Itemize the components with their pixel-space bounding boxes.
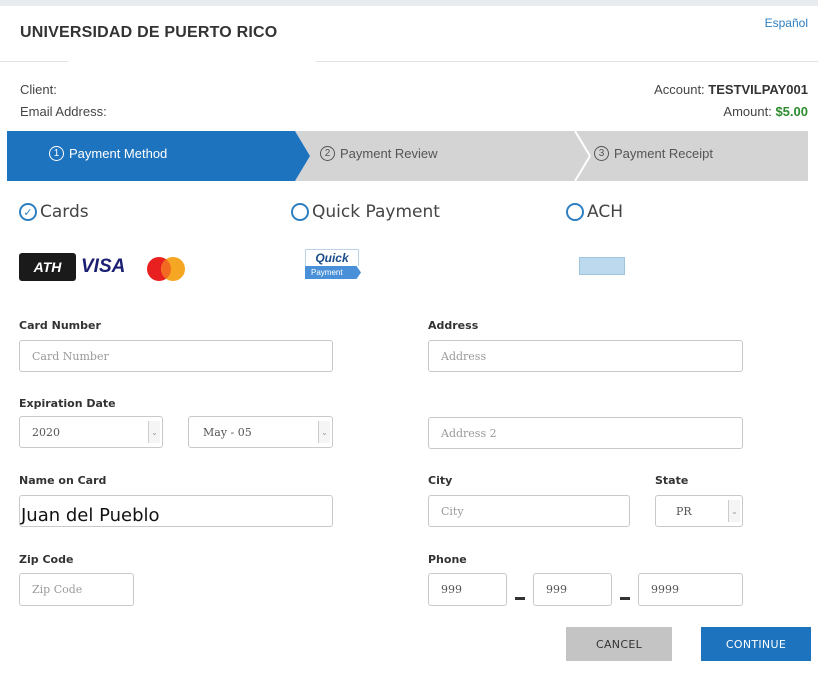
step-payment-method: 1 Payment Method [49,146,167,161]
cancel-button[interactable]: CANCEL [566,627,672,661]
card-number-label: Card Number [19,319,101,332]
chevron-down-icon: ⌄ [728,500,740,522]
language-link[interactable]: Español [765,16,808,30]
expiration-month-select[interactable]: May - 05 ⌄ [188,416,333,448]
expiration-year-value: 2020 [32,425,60,439]
client-label: Client: [20,82,57,97]
payment-option-cards[interactable]: ✓ Cards [19,202,89,222]
step-payment-receipt: 3 Payment Receipt [594,146,713,161]
account-label: Account: [654,82,709,97]
payment-option-label: Cards [40,202,89,222]
phone-line-input[interactable]: 9999 [638,573,743,606]
step-number: 1 [49,146,64,161]
step-payment-review: 2 Payment Review [320,146,438,161]
progress-steps: 1 Payment Method 2 Payment Review 3 Paym… [7,131,808,181]
city-label: City [428,474,453,487]
header-divider [316,61,818,62]
state-label: State [655,474,689,487]
address-label: Address [428,319,479,332]
step-number: 2 [320,146,335,161]
phone-dash [620,597,630,600]
expiration-month-value: May - 05 [203,425,252,439]
step-label: Payment Review [340,146,438,161]
phone-label: Phone [428,553,467,566]
amount-info: Amount: $5.00 [723,104,808,119]
name-on-card-value: Juan del Pueblo [21,505,160,526]
phone-prefix-input[interactable]: 999 [533,573,612,606]
quick-logo-top: Quick [305,249,359,266]
phone-dash [515,597,525,600]
amount-value: $5.00 [775,104,808,119]
page-title: UNIVERSIDAD DE PUERTO RICO [20,24,278,41]
phone-area-input[interactable]: 999 [428,573,507,606]
radio-unchecked-icon[interactable] [291,203,309,221]
ath-logo: ATH [19,253,76,281]
city-input[interactable]: City [428,495,630,527]
state-value: PR [676,504,692,518]
state-select[interactable]: PR ⌄ [655,495,743,527]
header-divider [0,61,68,62]
account-value: TESTVILPAY001 [708,82,808,97]
card-number-input[interactable]: Card Number [19,340,333,372]
step-label: Payment Method [69,146,168,161]
step-number: 3 [594,146,609,161]
continue-button[interactable]: CONTINUE [701,627,811,661]
name-on-card-label: Name on Card [19,474,107,487]
radio-unchecked-icon[interactable] [566,203,584,221]
payment-option-quick[interactable]: Quick Payment [291,202,440,222]
quick-logo-bottom: Payment [305,266,361,279]
radio-checked-icon[interactable]: ✓ [19,203,37,221]
quick-payment-logo: Quick Payment [305,249,361,281]
payment-option-ach[interactable]: ACH [566,202,623,222]
expiration-year-select[interactable]: 2020 ⌄ [19,416,163,448]
visa-logo: VISA [81,256,126,277]
chevron-down-icon: ⌄ [318,421,330,443]
address2-input[interactable]: Address 2 [428,417,743,449]
ach-check-icon [579,257,625,275]
payment-option-label: Quick Payment [312,202,440,222]
address-input[interactable]: Address [428,340,743,372]
expiration-date-label: Expiration Date [19,397,116,410]
top-strip [0,0,818,6]
step-label: Payment Receipt [614,146,713,161]
zip-code-input[interactable]: Zip Code [19,573,134,606]
amount-label: Amount: [723,104,776,119]
payment-option-label: ACH [587,202,623,222]
zip-code-label: Zip Code [19,553,74,566]
mastercard-logo [147,257,185,281]
account-info: Account: TESTVILPAY001 [654,82,808,97]
chevron-down-icon: ⌄ [148,421,160,443]
email-label: Email Address: [20,104,107,119]
